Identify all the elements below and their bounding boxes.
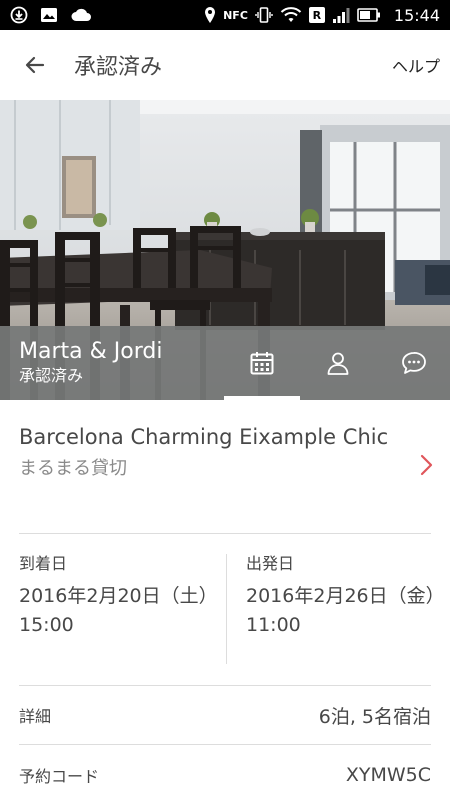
room-type: まるまる貸切	[19, 458, 127, 479]
status-system: NFC R 15:44	[204, 6, 440, 25]
tab-host[interactable]	[300, 326, 376, 400]
tab-indicator	[224, 396, 300, 400]
reservation-status: 承認済み	[19, 366, 84, 385]
listing-photo[interactable]: Marta & Jordi 承認済み	[0, 100, 450, 400]
host-bar: Marta & Jordi 承認済み	[0, 326, 450, 400]
status-bar: NFC R 15:44	[0, 0, 450, 30]
divider	[19, 533, 431, 534]
details-value: 6泊, 5名宿泊	[318, 705, 431, 728]
details-label: 詳細	[19, 707, 52, 726]
chevron-right-icon	[420, 454, 433, 476]
divider	[19, 744, 431, 745]
vibrate-icon	[255, 6, 273, 24]
tab-messages[interactable]	[376, 326, 450, 400]
cloud-icon	[70, 7, 92, 23]
calendar-icon	[250, 352, 274, 375]
confirmation-code-value: XYMW5C	[345, 764, 431, 786]
checkout-time: 11:00	[246, 614, 301, 636]
checkin-time: 15:00	[19, 614, 74, 636]
battery-icon	[357, 8, 381, 22]
help-link[interactable]: ヘルプ	[392, 53, 440, 77]
checkin-block: 到着日 2016年2月20日（土） 15:00	[19, 550, 218, 636]
wifi-icon	[280, 6, 302, 24]
app-bar: 承認済み ヘルプ	[0, 30, 450, 100]
date-divider	[226, 554, 227, 664]
checkin-label: 到着日	[19, 554, 68, 573]
listing-link[interactable]: Barcelona Charming Eixample Chic まるまる貸切	[19, 422, 435, 532]
page-title: 承認済み	[74, 55, 163, 80]
checkout-label: 出発日	[246, 554, 295, 573]
image-icon	[40, 7, 58, 23]
status-time: 15:44	[393, 5, 440, 25]
signal-icon	[332, 7, 350, 23]
listing-name: Barcelona Charming Eixample Chic	[19, 425, 389, 449]
host-name: Marta & Jordi	[19, 339, 163, 364]
checkin-date: 2016年2月20日（土）	[19, 585, 218, 607]
confirmation-code-row: 予約コード XYMW5C	[19, 760, 431, 790]
chat-bubble-icon	[402, 352, 426, 374]
details-row: 詳細 6泊, 5名宿泊	[19, 700, 431, 730]
location-icon	[204, 6, 216, 24]
checkout-date: 2016年2月26日（金）	[246, 585, 445, 607]
arrow-left-icon	[25, 56, 45, 74]
checkout-block: 出発日 2016年2月26日（金） 11:00	[246, 550, 445, 636]
host-info: Marta & Jordi 承認済み	[0, 339, 162, 387]
tab-itinerary[interactable]	[224, 326, 300, 400]
trip-dates: 到着日 2016年2月20日（土） 15:00 出発日 2016年2月26日（金…	[19, 550, 445, 668]
divider	[19, 685, 431, 686]
roaming-badge: R	[308, 7, 325, 23]
nfc-indicator: NFC	[223, 8, 248, 22]
user-icon	[327, 352, 349, 375]
download-icon	[10, 6, 28, 24]
status-notifications	[10, 6, 92, 24]
back-button[interactable]	[0, 30, 70, 100]
confirmation-code-label: 予約コード	[19, 767, 100, 786]
